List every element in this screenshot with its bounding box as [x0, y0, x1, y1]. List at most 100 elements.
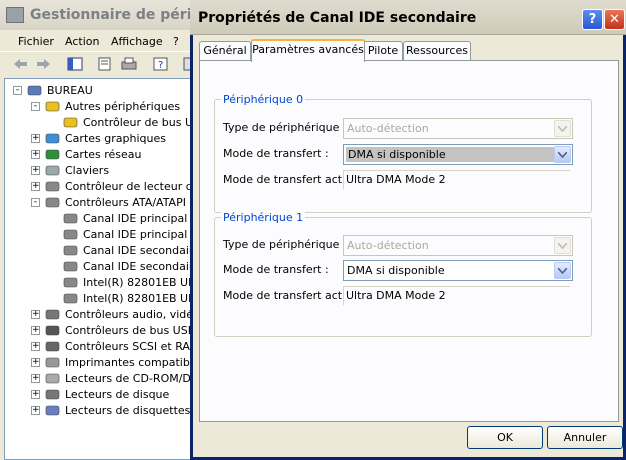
- svg-text:?: ?: [158, 60, 163, 71]
- device-0-group: Périphérique 0 Type de périphérique : Au…: [214, 93, 592, 213]
- tree-item-label: Canal IDE secondaire: [83, 244, 200, 257]
- expand-icon[interactable]: +: [31, 182, 40, 191]
- tree-item-label: Contrôleurs ATA/ATAPI IDE: [65, 196, 209, 209]
- device-0-type-label: Type de périphérique :: [223, 121, 347, 134]
- device-1-active-value: Ultra DMA Mode 2: [346, 289, 446, 302]
- device-0-active-value: Ultra DMA Mode 2: [346, 173, 446, 186]
- ide-channel-icon: [63, 259, 79, 273]
- ide-channel-icon: [63, 227, 79, 241]
- chevron-down-icon: [554, 262, 571, 279]
- device-1-mode-label: Mode de transfert :: [223, 263, 329, 276]
- expand-icon[interactable]: +: [31, 326, 40, 335]
- network-card-icon: [45, 147, 61, 161]
- chevron-down-icon: [554, 146, 571, 163]
- menu-help[interactable]: ?: [173, 35, 179, 48]
- menu-action[interactable]: Action: [65, 35, 99, 48]
- tab-driver[interactable]: Pilote: [363, 41, 403, 60]
- keyboard-icon: [45, 163, 61, 177]
- close-button[interactable]: ✕: [604, 9, 625, 30]
- tree-item-label: Cartes réseau: [65, 148, 142, 161]
- question-icon: [45, 99, 61, 113]
- expand-icon[interactable]: +: [31, 134, 40, 143]
- tree-item-label: Lecteurs de disquettes: [65, 404, 191, 417]
- forward-icon[interactable]: [34, 56, 52, 72]
- tree-item-label: Imprimantes compatibles: [65, 356, 206, 369]
- device-0-type-value: Auto-détection: [347, 122, 429, 135]
- dialog-title-bar[interactable]: Propriétés de Canal IDE secondaire ? ✕: [190, 0, 626, 35]
- device-0-mode-label: Mode de transfert :: [223, 147, 329, 160]
- ok-button[interactable]: OK: [467, 426, 543, 449]
- expand-icon[interactable]: +: [31, 150, 40, 159]
- expand-icon[interactable]: +: [31, 342, 40, 351]
- computer-icon: [27, 83, 43, 97]
- tree-item-label: Contrôleurs audio, vidéo: [65, 308, 200, 321]
- device-1-legend: Périphérique 1: [221, 211, 306, 224]
- expand-icon[interactable]: +: [31, 390, 40, 399]
- menu-affichage[interactable]: Affichage: [111, 35, 163, 48]
- back-icon[interactable]: [12, 56, 30, 72]
- tree-item-label: Canal IDE principal: [83, 212, 188, 225]
- expand-icon[interactable]: +: [31, 310, 40, 319]
- properties-dialog: Propriétés de Canal IDE secondaire ? ✕ G…: [190, 0, 626, 460]
- device-0-mode-value: DMA si disponible: [346, 147, 555, 162]
- help-button[interactable]: ?: [582, 9, 603, 30]
- tree-item-label: Canal IDE principal: [83, 228, 188, 241]
- properties-icon[interactable]: [96, 56, 114, 72]
- device-1-group: Périphérique 1 Type de périphérique : Au…: [214, 211, 592, 337]
- usb-icon: [45, 323, 61, 337]
- device-1-active-field: Ultra DMA Mode 2: [343, 286, 571, 306]
- ide-channel-icon: [63, 243, 79, 257]
- device-1-type-label: Type de périphérique :: [223, 238, 347, 251]
- cdrom-icon: [45, 371, 61, 385]
- ide-channel-icon: [63, 211, 79, 225]
- tree-item-label: Contrôleur de bus USB: [83, 116, 208, 129]
- tree-item-label: Cartes graphiques: [65, 132, 166, 145]
- tree-item-label: Contrôleurs SCSI et RAID: [65, 340, 202, 353]
- tree-item-label: Autres périphériques: [65, 100, 181, 113]
- tree-item-label: BUREAU: [47, 84, 93, 97]
- audio-icon: [45, 307, 61, 321]
- cancel-button[interactable]: Annuler: [547, 426, 623, 449]
- device-1-mode-select[interactable]: DMA si disponible: [343, 260, 573, 281]
- ide-controller-icon: [45, 195, 61, 209]
- chevron-down-icon: [554, 237, 571, 254]
- expand-icon[interactable]: +: [31, 166, 40, 175]
- expand-icon[interactable]: +: [31, 374, 40, 383]
- scsi-icon: [45, 339, 61, 353]
- drive-controller-icon: [45, 179, 61, 193]
- chevron-down-icon: [554, 120, 571, 137]
- tab-resources[interactable]: Ressources: [403, 41, 471, 60]
- device-1-type-select[interactable]: Auto-détection: [343, 235, 573, 256]
- tab-advanced-settings[interactable]: Paramètres avancés: [251, 39, 365, 62]
- collapse-icon[interactable]: -: [31, 198, 40, 207]
- dialog-title: Propriétés de Canal IDE secondaire: [198, 10, 477, 26]
- expand-icon[interactable]: +: [31, 358, 40, 367]
- show-hide-icon[interactable]: [66, 56, 84, 72]
- collapse-icon[interactable]: -: [13, 86, 22, 95]
- menu-fichier[interactable]: Fichier: [18, 35, 54, 48]
- device-1-mode-value: DMA si disponible: [347, 264, 445, 277]
- tab-general[interactable]: Général: [199, 41, 251, 60]
- tree-item-label: Intel(R) 82801EB Ultra: [83, 292, 207, 305]
- tree-item-label: Contrôleur de lecteur de: [65, 180, 200, 193]
- display-adapter-icon: [45, 131, 61, 145]
- device-0-legend: Périphérique 0: [221, 93, 306, 106]
- device-0-active-label: Mode de transfert actif :: [223, 173, 357, 186]
- ide-channel-icon: [63, 275, 79, 289]
- floppy-icon: [45, 403, 61, 417]
- printer-icon: [45, 355, 61, 369]
- device-0-type-select[interactable]: Auto-détection: [343, 118, 573, 139]
- device-1-type-value: Auto-détection: [347, 239, 429, 252]
- question-device-icon: [63, 115, 79, 129]
- expand-icon[interactable]: +: [31, 406, 40, 415]
- device-1-active-label: Mode de transfert actif :: [223, 289, 357, 302]
- device-0-mode-select[interactable]: DMA si disponible: [343, 144, 573, 165]
- collapse-icon[interactable]: -: [31, 102, 40, 111]
- tree-item-label: Intel(R) 82801EB Ultra: [83, 276, 207, 289]
- dialog-body: Général Paramètres avancés Pilote Ressou…: [193, 35, 623, 457]
- print-icon[interactable]: [120, 56, 138, 72]
- ide-channel-icon: [63, 291, 79, 305]
- device-manager-icon: [6, 7, 24, 23]
- help-icon[interactable]: ?: [152, 56, 170, 72]
- tree-item-label: Claviers: [65, 164, 110, 177]
